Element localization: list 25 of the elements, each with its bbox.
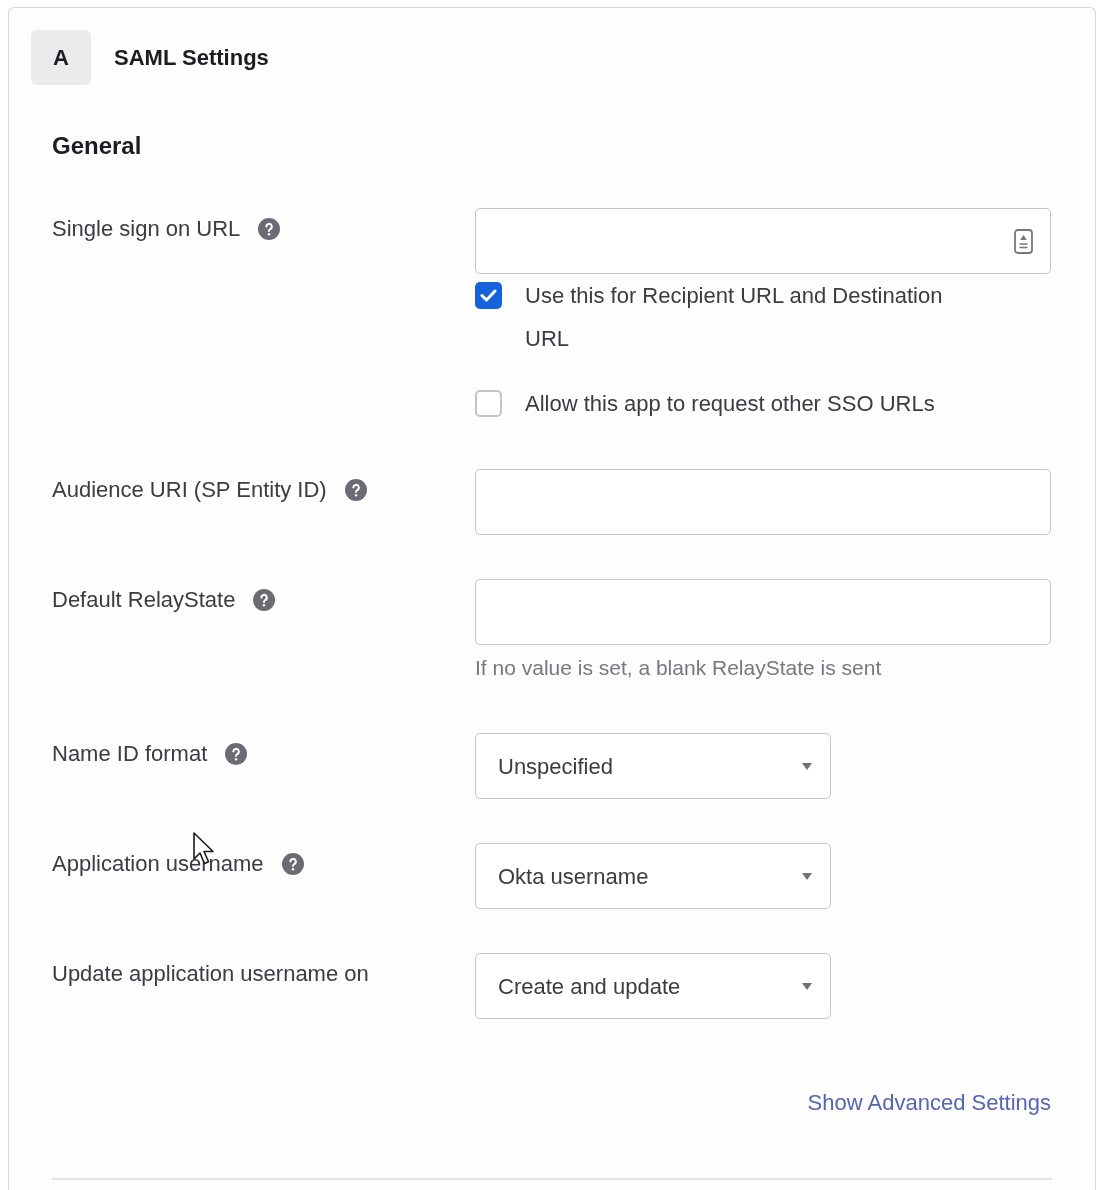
field-label: Name ID format [52,740,208,768]
text-input[interactable] [475,469,1051,535]
checkbox-label[interactable]: Allow this app to request other SSO URLs [525,382,935,425]
checkbox[interactable] [475,282,502,309]
caret-icon [802,872,812,880]
field-label: Audience URI (SP Entity ID) [52,476,327,504]
field-label: Single sign on URL [52,215,241,243]
advanced-settings-link[interactable]: Show Advanced Settings [807,1088,1051,1118]
text-input[interactable] [475,208,1051,274]
checkmark-icon [480,289,497,302]
select-dropdown[interactable]: Create and update [475,953,831,1019]
field-label: Update application username on [52,960,369,988]
section-letter-badge: A [31,30,91,85]
checkbox-label[interactable]: Use this for Recipient URL and Destination URL [525,274,980,360]
caret-icon [802,982,812,990]
select-dropdown[interactable]: Okta username [475,843,831,909]
select-dropdown[interactable]: Unspecified [475,733,831,799]
section-title: SAML Settings [114,43,269,72]
hint-text: If no value is set, a blank RelayState is sent [475,655,882,681]
field-label: Default RelayState [52,586,236,614]
checkbox[interactable] [475,390,502,417]
group-heading: General [52,131,142,161]
caret-icon [802,762,812,770]
text-input[interactable] [475,579,1051,645]
field-label: Application username [52,850,264,878]
